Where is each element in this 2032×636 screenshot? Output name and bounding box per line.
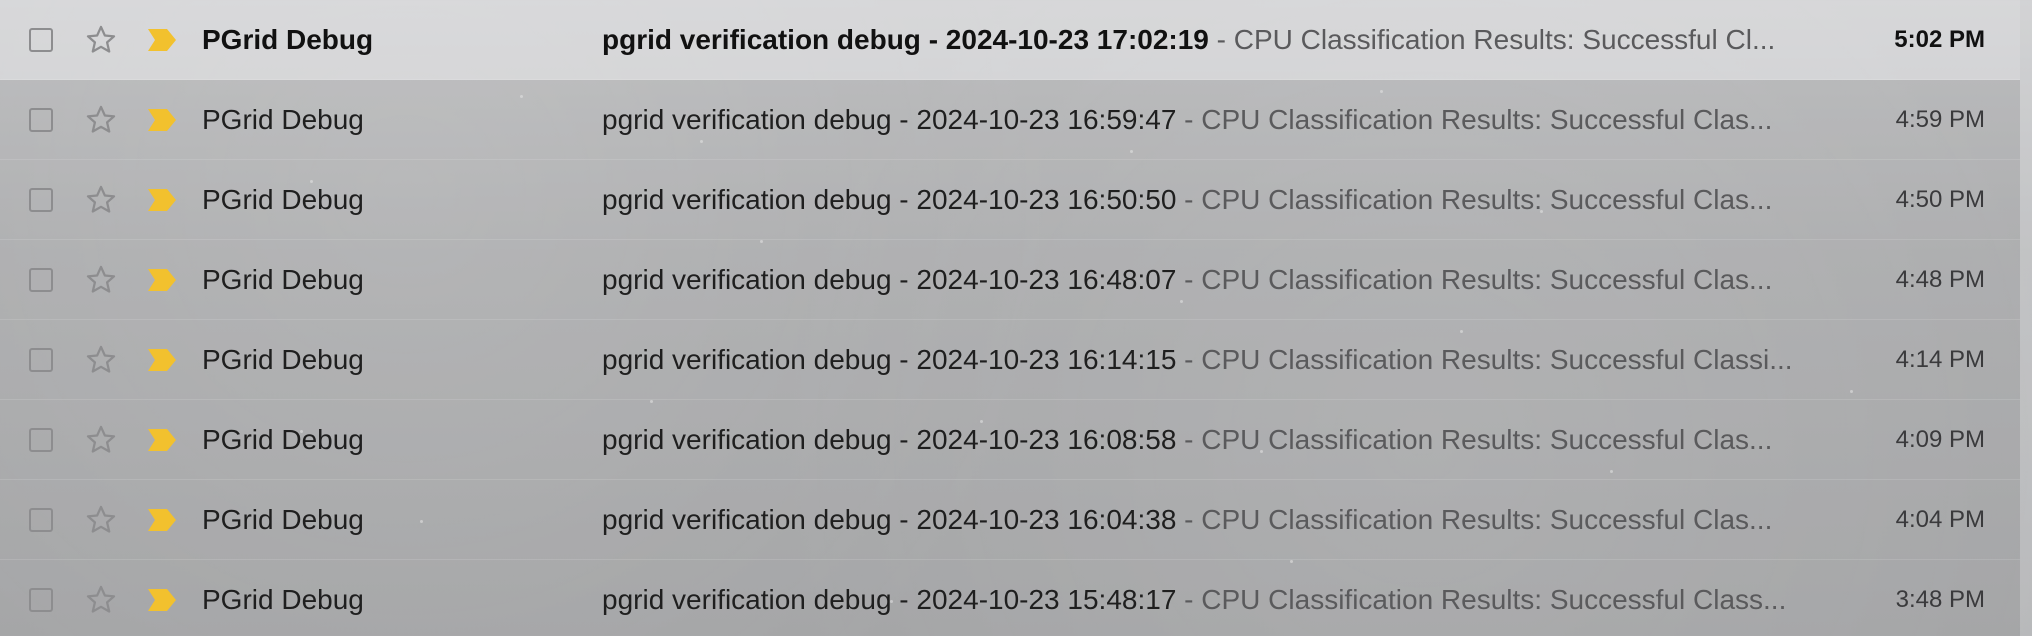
email-row[interactable]: PGrid Debug pgrid verification debug - 2… [0, 560, 2020, 636]
received-time: 4:48 PM [1895, 265, 1985, 293]
subject-line: pgrid verification debug - 2024-10-23 16… [602, 264, 1797, 296]
sender-name: PGrid Debug [202, 423, 364, 455]
checkbox-icon[interactable] [29, 27, 53, 52]
snippet-text: - CPU Classification Results: Successful… [1208, 23, 1776, 55]
sender-name: PGrid Debug [202, 23, 374, 55]
email-row[interactable]: PGrid Debug pgrid verification debug - 2… [0, 160, 2020, 240]
email-row[interactable]: PGrid Debug pgrid verification debug - 2… [0, 400, 2020, 480]
email-row[interactable]: PGrid Debug pgrid verification debug - 2… [0, 240, 2020, 320]
sender-name: PGrid Debug [202, 103, 364, 135]
sender-name: PGrid Debug [202, 503, 364, 535]
star-outline-icon[interactable] [84, 583, 118, 617]
sender-name: PGrid Debug [202, 583, 364, 615]
email-row[interactable]: PGrid Debug pgrid verification debug - 2… [0, 480, 2020, 560]
star-outline-icon[interactable] [84, 343, 118, 377]
email-row[interactable]: PGrid Debug pgrid verification debug - 2… [0, 0, 2020, 80]
subject-text: pgrid verification debug - 2024-10-23 16… [602, 343, 1177, 375]
snippet-text: - CPU Classification Results: Successful… [1176, 183, 1773, 215]
checkbox-icon[interactable] [29, 587, 53, 612]
subject-text: pgrid verification debug - 2024-10-23 17… [602, 23, 1209, 55]
email-row[interactable]: PGrid Debug pgrid verification debug - 2… [0, 320, 2020, 400]
subject-text: pgrid verification debug - 2024-10-23 16… [602, 183, 1177, 215]
sender-name: PGrid Debug [202, 183, 364, 215]
checkbox-icon[interactable] [29, 347, 53, 372]
importance-marker-icon[interactable] [148, 508, 176, 531]
subject-text: pgrid verification debug - 2024-10-23 16… [602, 503, 1177, 535]
star-outline-icon[interactable] [84, 423, 118, 457]
email-row[interactable]: PGrid Debug pgrid verification debug - 2… [0, 80, 2020, 160]
checkbox-icon[interactable] [29, 507, 53, 532]
received-time: 4:09 PM [1895, 425, 1985, 453]
sender-name: PGrid Debug [202, 263, 364, 295]
subject-text: pgrid verification debug - 2024-10-23 16… [602, 423, 1177, 455]
subject-line: pgrid verification debug - 2024-10-23 16… [602, 104, 1797, 136]
subject-line: pgrid verification debug - 2024-10-23 15… [602, 584, 1797, 616]
subject-line: pgrid verification debug - 2024-10-23 16… [602, 504, 1797, 536]
subject-text: pgrid verification debug - 2024-10-23 16… [602, 103, 1177, 135]
subject-line: pgrid verification debug - 2024-10-23 16… [602, 424, 1797, 456]
received-time: 4:14 PM [1895, 345, 1985, 373]
star-outline-icon[interactable] [84, 103, 118, 137]
importance-marker-icon[interactable] [148, 28, 176, 51]
subject-text: pgrid verification debug - 2024-10-23 15… [602, 583, 1177, 615]
importance-marker-icon[interactable] [148, 268, 176, 291]
checkbox-icon[interactable] [29, 427, 53, 452]
received-time: 3:48 PM [1895, 585, 1985, 613]
received-time: 4:59 PM [1895, 105, 1985, 133]
scrollbar[interactable] [2020, 0, 2032, 636]
received-time: 4:04 PM [1895, 505, 1985, 533]
subject-text: pgrid verification debug - 2024-10-23 16… [602, 263, 1177, 295]
star-outline-icon[interactable] [84, 23, 118, 57]
snippet-text: - CPU Classification Results: Successful… [1176, 263, 1773, 295]
importance-marker-icon[interactable] [148, 188, 176, 211]
checkbox-icon[interactable] [29, 267, 53, 292]
snippet-text: - CPU Classification Results: Successful… [1176, 583, 1787, 615]
snippet-text: - CPU Classification Results: Successful… [1176, 423, 1773, 455]
snippet-text: - CPU Classification Results: Successful… [1176, 343, 1793, 375]
importance-marker-icon[interactable] [148, 588, 176, 611]
star-outline-icon[interactable] [84, 503, 118, 537]
subject-line: pgrid verification debug - 2024-10-23 16… [602, 344, 1797, 376]
snippet-text: - CPU Classification Results: Successful… [1176, 503, 1773, 535]
checkbox-icon[interactable] [29, 187, 53, 212]
star-outline-icon[interactable] [84, 263, 118, 297]
received-time: 5:02 PM [1894, 25, 1985, 53]
email-list: PGrid Debug pgrid verification debug - 2… [0, 0, 2020, 636]
checkbox-icon[interactable] [29, 107, 53, 132]
importance-marker-icon[interactable] [148, 348, 176, 371]
subject-line: pgrid verification debug - 2024-10-23 16… [602, 184, 1797, 216]
sender-name: PGrid Debug [202, 343, 364, 375]
star-outline-icon[interactable] [84, 183, 118, 217]
importance-marker-icon[interactable] [148, 428, 176, 451]
subject-line: pgrid verification debug - 2024-10-23 17… [602, 24, 1797, 56]
snippet-text: - CPU Classification Results: Successful… [1176, 103, 1773, 135]
importance-marker-icon[interactable] [148, 108, 176, 131]
received-time: 4:50 PM [1895, 185, 1985, 213]
